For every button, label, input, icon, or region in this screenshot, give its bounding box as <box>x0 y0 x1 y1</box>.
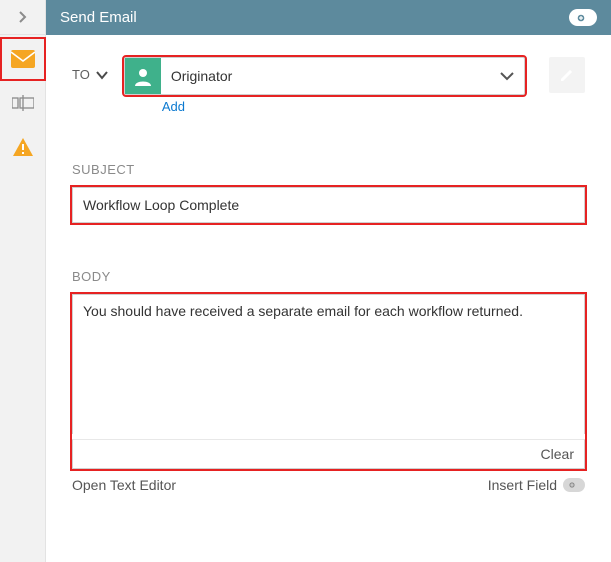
insert-field-badge <box>563 478 585 492</box>
pencil-icon <box>559 67 575 83</box>
sidebar-item-email[interactable] <box>0 37 46 81</box>
clear-body-button[interactable]: Clear <box>541 446 574 462</box>
edit-recipient-button[interactable] <box>549 57 585 93</box>
chevron-down-icon <box>500 71 514 81</box>
to-recipient-value: Originator <box>161 68 490 84</box>
plus-in-pill-icon <box>576 13 590 23</box>
person-icon <box>133 66 153 86</box>
to-dropdown-toggle[interactable] <box>490 71 524 81</box>
warning-triangle-icon <box>12 137 34 157</box>
insert-field-label: Insert Field <box>488 477 557 493</box>
body-footer-row: Open Text Editor Insert Field <box>72 477 585 493</box>
main-panel: Send Email TO <box>46 0 611 562</box>
sidebar-collapse-toggle[interactable] <box>0 0 45 35</box>
plus-in-pill-icon <box>568 481 580 489</box>
to-row: TO Originator <box>72 57 585 116</box>
recipient-avatar <box>125 58 161 94</box>
insert-field-link[interactable]: Insert Field <box>488 477 585 493</box>
subject-input[interactable] <box>72 187 585 223</box>
panel-content: TO Originator <box>46 35 611 562</box>
sidebar-item-warning[interactable] <box>0 125 46 169</box>
sidebar-item-form[interactable] <box>0 81 46 125</box>
to-label: TO <box>72 67 90 82</box>
body-textarea[interactable] <box>72 294 585 434</box>
subject-label: SUBJECT <box>72 162 585 177</box>
body-label: BODY <box>72 269 585 284</box>
sidebar <box>0 0 46 562</box>
panel-title: Send Email <box>60 9 137 26</box>
form-field-icon <box>12 95 34 111</box>
chevron-down-icon <box>96 70 108 80</box>
to-recipient-field[interactable]: Originator <box>124 57 525 95</box>
envelope-icon <box>11 50 35 68</box>
header-add-badge[interactable] <box>569 9 597 26</box>
to-label-wrap[interactable]: TO <box>72 57 108 82</box>
body-area-wrap: Clear <box>72 294 585 469</box>
add-recipient-link[interactable]: Add <box>162 99 185 114</box>
panel-header: Send Email <box>46 0 611 35</box>
open-text-editor-link[interactable]: Open Text Editor <box>72 477 176 493</box>
body-clear-row: Clear <box>72 439 585 469</box>
chevron-right-icon <box>17 11 29 23</box>
